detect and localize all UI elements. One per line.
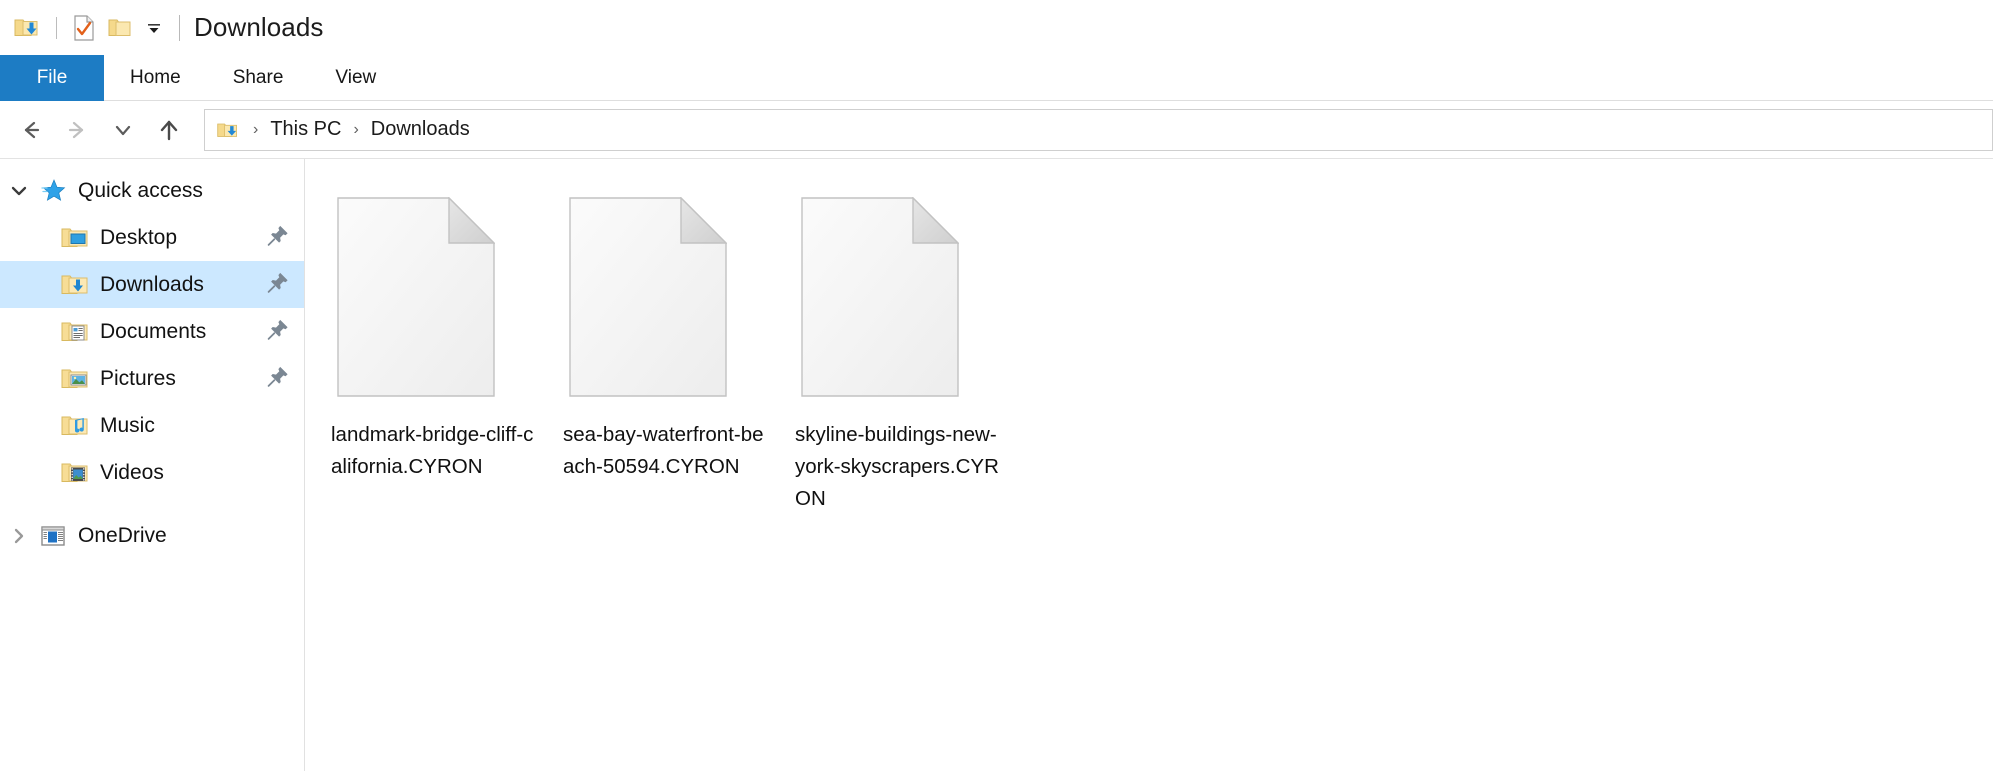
toolbar-separator [56, 16, 57, 39]
title-separator [179, 14, 180, 41]
sidebar-item-label: Quick access [78, 178, 203, 202]
address-bar-row: › This PC › Downloads [0, 101, 1993, 158]
generic-file-icon [801, 197, 959, 397]
sidebar-item-label: Desktop [100, 225, 178, 249]
tab-home[interactable]: Home [104, 55, 207, 101]
back-button[interactable] [8, 107, 54, 153]
window-title: Downloads [194, 12, 324, 42]
file-thumbnail [563, 197, 771, 397]
recent-locations-button[interactable] [100, 107, 146, 153]
tab-share[interactable]: Share [207, 55, 310, 101]
pin-icon[interactable] [266, 317, 290, 346]
file-item[interactable]: sea-bay-waterfront-beach-50594.CYRON [551, 189, 783, 523]
downloads-folder-icon[interactable] [10, 11, 44, 45]
breadcrumb-this-pc[interactable]: This PC [266, 118, 345, 141]
sidebar-item-pictures[interactable]: Pictures [0, 355, 304, 402]
sidebar-item-label: Downloads [100, 272, 204, 296]
file-name-label: sea-bay-waterfront-beach-50594.CYRON [563, 423, 764, 478]
generic-file-icon [569, 197, 727, 397]
downloads-folder-icon [60, 272, 90, 298]
chevron-down-icon[interactable] [0, 180, 38, 202]
navigation-pane: Quick access Desktop Downloads Documents… [0, 159, 305, 771]
file-thumbnail [331, 197, 539, 397]
title-bar: Downloads [0, 0, 1993, 55]
file-list-view[interactable]: landmark-bridge-cliff-california.CYRON s… [305, 159, 1993, 771]
onedrive-icon [38, 523, 68, 549]
documents-folder-icon [60, 319, 90, 345]
sidebar-item-label: OneDrive [78, 523, 167, 547]
address-bar[interactable]: › This PC › Downloads [204, 108, 1993, 151]
sidebar-item-desktop[interactable]: Desktop [0, 214, 304, 261]
breadcrumb-separator: › [253, 120, 259, 138]
sidebar-item-quick-access[interactable]: Quick access [0, 167, 304, 214]
ribbon-tab-bar: File Home Share View [0, 55, 1993, 101]
file-item[interactable]: landmark-bridge-cliff-california.CYRON [319, 189, 551, 523]
up-button[interactable] [146, 107, 192, 153]
sidebar-item-label: Music [100, 413, 155, 437]
tab-view[interactable]: View [309, 55, 402, 101]
sidebar-item-downloads[interactable]: Downloads [0, 261, 304, 308]
new-folder-icon[interactable] [103, 11, 137, 45]
generic-file-icon [337, 197, 495, 397]
videos-folder-icon [60, 460, 90, 486]
file-grid: landmark-bridge-cliff-california.CYRON s… [305, 159, 1993, 523]
sidebar-item-label: Pictures [100, 366, 176, 390]
sidebar-item-documents[interactable]: Documents [0, 308, 304, 355]
window-body: Quick access Desktop Downloads Documents… [0, 158, 1993, 771]
breadcrumb-separator: › [353, 120, 359, 138]
pin-icon[interactable] [266, 270, 290, 299]
sidebar-item-music[interactable]: Music [0, 402, 304, 449]
sidebar-item-onedrive[interactable]: OneDrive [0, 512, 304, 559]
music-folder-icon [60, 413, 90, 439]
tab-file[interactable]: File [0, 55, 104, 101]
file-name-label: landmark-bridge-cliff-california.CYRON [331, 423, 534, 478]
customize-dropdown-icon[interactable] [139, 11, 169, 45]
pin-icon[interactable] [266, 364, 290, 393]
properties-icon[interactable] [67, 11, 101, 45]
file-thumbnail [795, 197, 1003, 397]
pin-icon[interactable] [266, 223, 290, 252]
file-item[interactable]: skyline-buildings-new-york-skyscrapers.C… [783, 189, 1015, 523]
desktop-folder-icon [60, 225, 90, 251]
file-explorer-window: Downloads File Home Share View › This PC… [0, 0, 1993, 771]
chevron-right-icon[interactable] [0, 525, 38, 547]
forward-button[interactable] [54, 107, 100, 153]
sidebar-item-label: Videos [100, 460, 164, 484]
star-pin-icon [38, 177, 68, 205]
file-name-label: skyline-buildings-new-york-skyscrapers.C… [795, 423, 999, 510]
downloads-folder-icon [215, 117, 241, 143]
sidebar-item-label: Documents [100, 319, 207, 343]
pictures-folder-icon [60, 366, 90, 392]
breadcrumb-downloads[interactable]: Downloads [367, 118, 474, 141]
sidebar-item-videos[interactable]: Videos [0, 449, 304, 496]
